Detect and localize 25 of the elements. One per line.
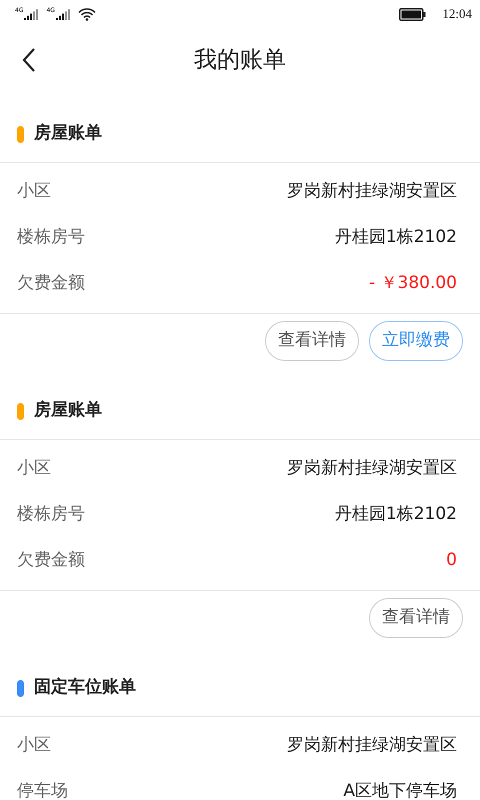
wifi-icon [78, 8, 96, 20]
status-time: 12:04 [442, 5, 472, 24]
field-label: 小区 [17, 457, 51, 480]
field-label: 欠费金额 [17, 549, 85, 572]
field-value: 丹桂园1栋2102 [334, 503, 457, 526]
field-value: 0 [446, 549, 457, 572]
details-button[interactable]: 查看详情 [369, 598, 463, 638]
field-value: 罗岗新村挂绿湖安置区 [287, 180, 457, 204]
details-button[interactable]: 查看详情 [265, 321, 359, 361]
section-title: 房屋账单 [34, 399, 102, 422]
field-value: A区地下停车场 [343, 780, 457, 800]
field-value: 丹桂园1栋2102 [334, 226, 457, 250]
field-label: 停车场 [17, 780, 68, 800]
field-label: 楼栋房号 [17, 503, 85, 526]
battery-icon [399, 8, 426, 20]
field-value: 罗岗新村挂绿湖安置区 [287, 734, 457, 758]
field-value: 罗岗新村挂绿湖安置区 [287, 457, 457, 480]
section-title: 固定车位账单 [34, 676, 136, 700]
field-value: - ￥380.00 [368, 272, 457, 296]
field-label: 小区 [17, 180, 51, 204]
field-label: 小区 [17, 734, 51, 758]
section-title: 房屋账单 [34, 122, 102, 146]
page-title: 我的账单 [194, 46, 286, 75]
field-label: 欠费金额 [17, 272, 85, 296]
field-label: 楼栋房号 [17, 226, 85, 250]
